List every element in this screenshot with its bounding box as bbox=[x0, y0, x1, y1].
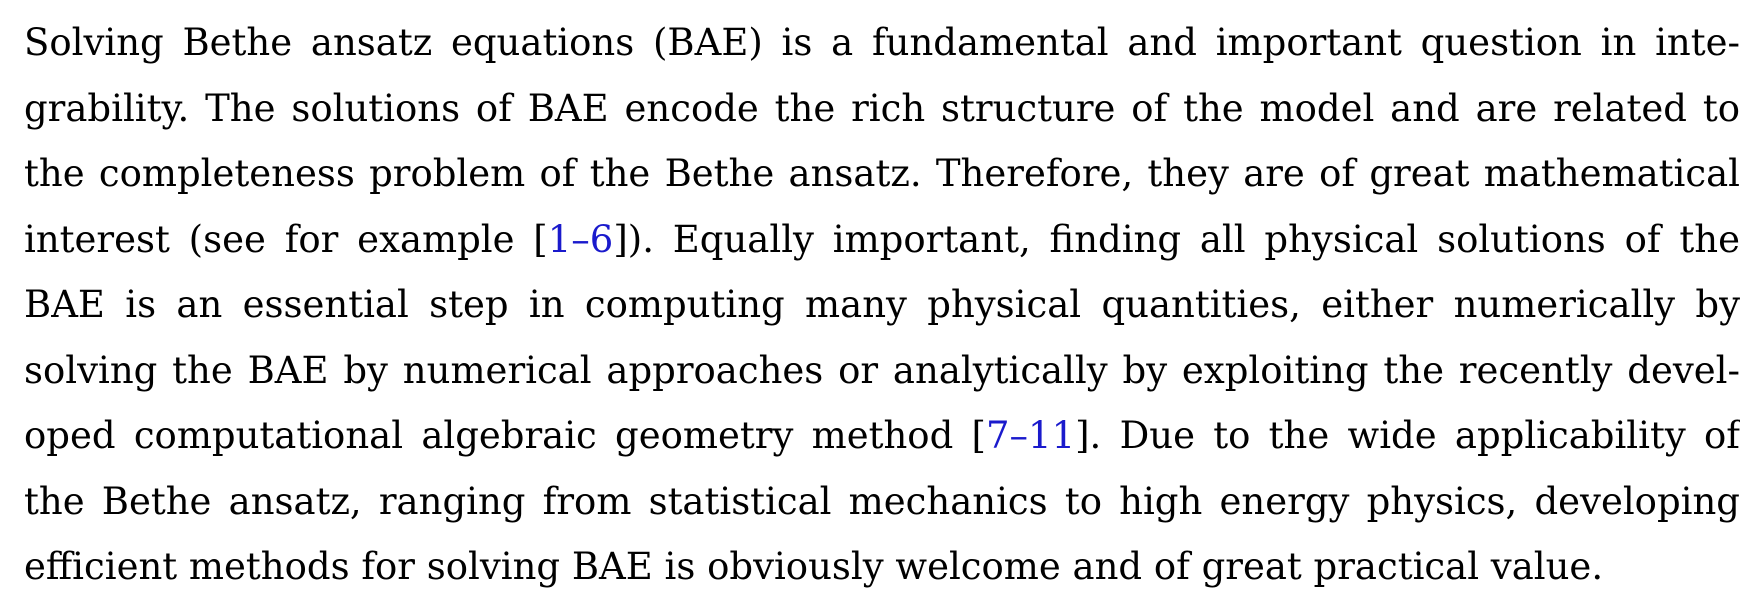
citation-link-7-11[interactable]: 7–11 bbox=[986, 414, 1075, 457]
paragraph-line-6: solving the BAE by numerical approaches … bbox=[24, 348, 1740, 392]
paragraph-line-3: the completeness problem of the Bethe an… bbox=[24, 152, 1740, 195]
paper-paragraph: Solving Bethe ansatz equations (BAE) is … bbox=[24, 10, 1740, 600]
line-4-text-after: ]). Equally important, finding all physi… bbox=[613, 217, 1740, 261]
line-7-text-before: oped computational algebraic geometry me… bbox=[24, 414, 986, 457]
paragraph-line-7: oped computational algebraic geometry me… bbox=[24, 403, 1740, 469]
paragraph-line-5: BAE is an essential step in computing ma… bbox=[24, 283, 1740, 326]
citation-link-1-6[interactable]: 1–6 bbox=[548, 218, 614, 261]
paragraph-line-9: efficient methods for solving BAE is obv… bbox=[24, 545, 1604, 588]
line-4-text-before: interest (see for example [ bbox=[24, 217, 548, 261]
line-7-text-after: ]. Due to the wide applicability of bbox=[1075, 414, 1740, 457]
paragraph-line-8: the Bethe ansatz, ranging from statistic… bbox=[24, 479, 1740, 523]
paragraph-line-4: interest (see for example [1–6]). Equall… bbox=[24, 207, 1740, 273]
paragraph-line-2: grability. The solutions of BAE encode t… bbox=[24, 86, 1740, 130]
paragraph-line-1: Solving Bethe ansatz equations (BAE) is … bbox=[24, 21, 1740, 64]
